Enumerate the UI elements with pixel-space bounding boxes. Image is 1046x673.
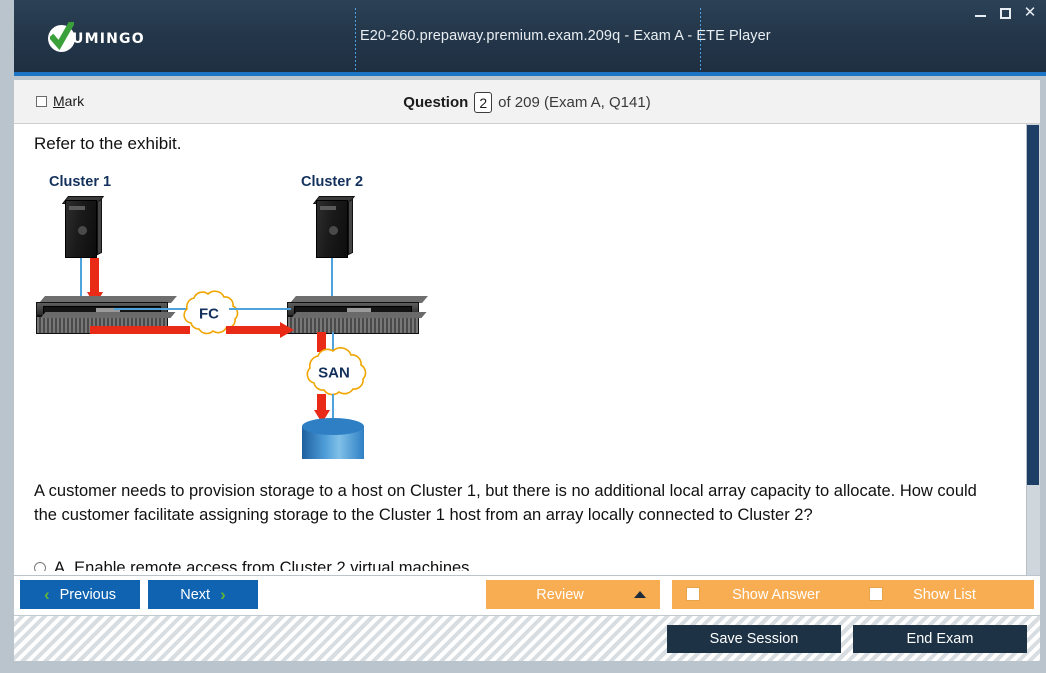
fc-red-arrowhead bbox=[280, 322, 294, 338]
question-total-label: of 209 (Exam A, Q141) bbox=[498, 94, 651, 111]
window-frame-left bbox=[0, 76, 14, 661]
close-icon[interactable]: ✕ bbox=[1022, 4, 1038, 20]
review-button[interactable]: Review bbox=[486, 580, 660, 609]
cluster2-label: Cluster 2 bbox=[301, 174, 364, 190]
cluster2-server-icon bbox=[312, 196, 356, 258]
question-text: A customer needs to provision storage to… bbox=[34, 482, 977, 524]
question-counter: Question 2 of 209 (Exam A, Q141) bbox=[14, 92, 1040, 113]
exam-tab-title[interactable]: E20-260.prepaway.premium.exam.209q - Exa… bbox=[360, 28, 1000, 44]
footer-bar: Save Session End Exam bbox=[14, 615, 1040, 661]
exhibit-intro-text: Refer to the exhibit. bbox=[34, 134, 182, 153]
save-session-label: Save Session bbox=[709, 631, 799, 647]
show-answer-checkbox[interactable] bbox=[686, 587, 700, 601]
show-list-label: Show List bbox=[913, 586, 976, 603]
array1-fc-red-link bbox=[90, 326, 190, 334]
logo-wordmark: UMINGO bbox=[72, 30, 145, 47]
answer-option-label: A. Enable remote access from Cluster 2 v… bbox=[54, 559, 470, 571]
san-label: SAN bbox=[318, 364, 350, 382]
tab-separator-left bbox=[355, 8, 356, 70]
chevron-right-icon: › bbox=[220, 585, 226, 604]
exhibit-diagram: Cluster 1 Cluster 2 FC SAN bbox=[14, 174, 434, 474]
check-mark-icon bbox=[50, 22, 74, 51]
storage-disk-icon bbox=[302, 418, 364, 468]
check-circle-icon bbox=[48, 22, 75, 52]
next-button-label: Next bbox=[180, 586, 211, 603]
cluster2-storage-array-icon bbox=[287, 296, 428, 334]
question-content-area: Refer to the exhibit. Cluster 1 Cluster … bbox=[14, 124, 1040, 575]
question-word: Question bbox=[403, 94, 469, 111]
fc-array2-blue-link bbox=[229, 308, 291, 310]
window-controls: ✕ bbox=[972, 4, 1038, 20]
save-session-button[interactable]: Save Session bbox=[667, 625, 841, 653]
end-exam-button[interactable]: End Exam bbox=[853, 625, 1027, 653]
cluster1-red-link bbox=[90, 258, 99, 294]
san-fabric-cloud: SAN bbox=[299, 347, 369, 399]
vumingo-logo: UMINGO bbox=[48, 22, 145, 52]
previous-button-label: Previous bbox=[59, 586, 117, 603]
maximize-icon[interactable] bbox=[997, 4, 1013, 20]
previous-button[interactable]: ‹ Previous bbox=[20, 580, 140, 609]
minimize-icon[interactable] bbox=[972, 4, 988, 20]
cluster1-label: Cluster 1 bbox=[49, 174, 112, 190]
question-header-bar: Mark Question 2 of 209 (Exam A, Q141) bbox=[14, 80, 1040, 124]
title-bar: UMINGO E20-260.prepaway.premium.exam.209… bbox=[0, 0, 1046, 76]
show-answer-button[interactable]: Show Answer bbox=[672, 580, 880, 609]
chevron-left-icon: ‹ bbox=[43, 585, 50, 604]
window-frame-bottom bbox=[0, 661, 1046, 673]
answer-radio[interactable] bbox=[34, 562, 46, 571]
show-list-button[interactable]: Show List bbox=[855, 580, 1034, 609]
caret-up-icon bbox=[634, 591, 646, 598]
navigation-button-bar: ‹ Previous Next › Review Show Answer Sho… bbox=[14, 576, 1040, 615]
window-frame-right bbox=[1040, 76, 1046, 661]
ete-player-window: UMINGO E20-260.prepaway.premium.exam.209… bbox=[0, 0, 1046, 673]
titlebar-left-edge bbox=[0, 0, 14, 76]
answer-options-list: A. Enable remote access from Cluster 2 v… bbox=[34, 556, 984, 571]
review-button-label: Review bbox=[536, 586, 584, 603]
question-number-input[interactable]: 2 bbox=[474, 92, 493, 113]
show-answer-label: Show Answer bbox=[732, 586, 820, 603]
cluster1-server-icon bbox=[61, 196, 105, 258]
next-button[interactable]: Next › bbox=[148, 580, 258, 609]
fc-array2-red-link bbox=[226, 326, 282, 334]
content-scrollbar-thumb[interactable] bbox=[1027, 125, 1039, 485]
end-exam-label: End Exam bbox=[906, 631, 974, 647]
content-scrollbar-track[interactable] bbox=[1026, 124, 1040, 575]
answer-option-a[interactable]: A. Enable remote access from Cluster 2 v… bbox=[34, 556, 984, 571]
show-list-checkbox[interactable] bbox=[869, 587, 883, 601]
